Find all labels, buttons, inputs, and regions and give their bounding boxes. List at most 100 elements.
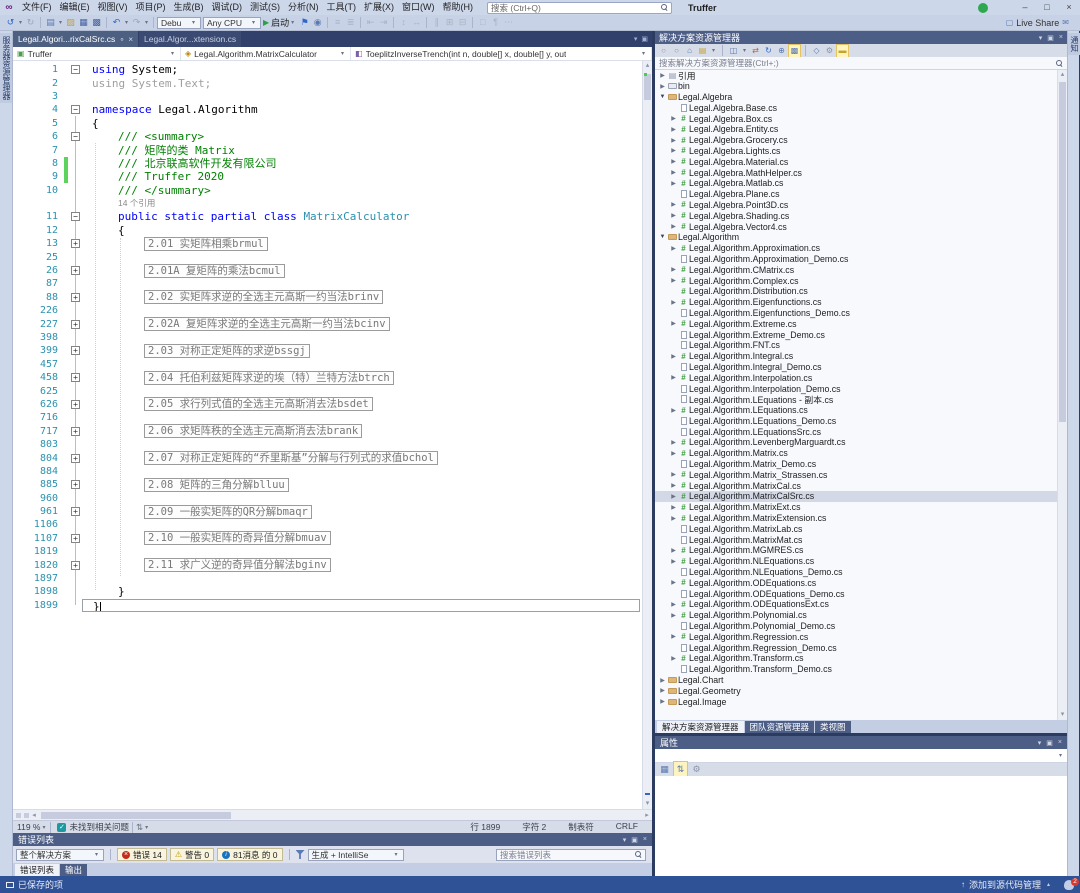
collapse-region-icon[interactable]: − [71, 65, 80, 74]
expander-collapsed-icon[interactable]: ▶ [669, 374, 678, 381]
collapsed-region[interactable]: 2.09 一般实矩阵的QR分解bmaqr [144, 505, 312, 519]
forward-icon[interactable]: ○ [671, 45, 682, 57]
menu-编辑[interactable]: 编辑(E) [56, 0, 94, 15]
expander-collapsed-icon[interactable]: ▶ [669, 320, 678, 327]
show-all-files-icon[interactable]: ▩ [789, 45, 800, 57]
code-line[interactable]: 1899} [13, 599, 652, 612]
code-line[interactable]: 3 [13, 90, 652, 103]
tree-item[interactable]: Legal.Algorithm.Approximation_Demo.cs [655, 254, 1067, 265]
menu-调试[interactable]: 调试(D) [208, 0, 247, 15]
tree-item[interactable]: ▶#Legal.Algebra.Material.cs [655, 156, 1067, 167]
code-line[interactable]: 885+2.08 矩阵的三角分解blluu [13, 478, 652, 491]
code-line[interactable]: 11−public static partial class MatrixCal… [13, 210, 652, 223]
tree-item[interactable]: ▶#Legal.Algorithm.Extreme.cs [655, 318, 1067, 329]
menu-文件[interactable]: 文件(F) [18, 0, 56, 15]
move-down-icon[interactable]: ↔ [410, 15, 423, 30]
code-line[interactable]: 960 [13, 492, 652, 505]
expander-collapsed-icon[interactable]: ▶ [669, 450, 678, 457]
expand-region-icon[interactable]: + [71, 507, 80, 516]
expand-region-icon[interactable]: + [71, 346, 80, 355]
expand-region-icon[interactable]: + [71, 373, 80, 382]
code-view-icon[interactable]: ◇ [811, 45, 822, 57]
tree-item[interactable]: Legal.Algorithm.ODEquations_Demo.cs [655, 588, 1067, 599]
window-position-icon[interactable]: ▾ [1039, 34, 1043, 42]
tree-item[interactable]: ▶#Legal.Algorithm.ODEquations.cs [655, 577, 1067, 588]
type-dropdown[interactable]: ◈ Legal.Algorithm.MatrixCalculator ▾ [181, 47, 351, 60]
code-line[interactable]: 2using System.Text; [13, 76, 652, 89]
line-indicator[interactable]: 行 1899 [470, 821, 500, 833]
navigate-backward-icon-dropdown[interactable]: ▾ [17, 19, 24, 26]
add-to-source-control-button[interactable]: 添加到源代码管理 [969, 878, 1041, 891]
expander-collapsed-icon[interactable]: ▶ [669, 633, 678, 640]
tree-item[interactable]: ▶Legal.Geometry [655, 685, 1067, 696]
tree-item[interactable]: Legal.Algorithm.Polynomial_Demo.cs [655, 621, 1067, 632]
tree-item[interactable]: ▶bin [655, 81, 1067, 92]
expander-collapsed-icon[interactable]: ▶ [669, 579, 678, 586]
code-line[interactable]: 1820+2.11 求广义逆的奇异值分解法bginv [13, 558, 652, 571]
tree-item[interactable]: ▶#Legal.Algorithm.MatrixExtension.cs [655, 513, 1067, 524]
codelens-row[interactable]: 14 个引用 [13, 197, 652, 210]
tree-item[interactable]: Legal.Algorithm.Matrix_Demo.cs [655, 459, 1067, 470]
expand-region-icon[interactable]: + [71, 266, 80, 275]
tree-item[interactable]: ▶#Legal.Algorithm.MGMRES.cs [655, 545, 1067, 556]
expand-region-icon[interactable]: + [71, 239, 80, 248]
navigate-backward-icon[interactable]: ↺ [4, 15, 17, 30]
tree-item[interactable]: ▶#Legal.Algorithm.Interpolation.cs [655, 372, 1067, 383]
expander-collapsed-icon[interactable]: ▶ [669, 201, 678, 208]
window-position-icon[interactable]: ▾ [1038, 739, 1042, 747]
tree-item[interactable]: ▶#Legal.Algorithm.MatrixExt.cs [655, 502, 1067, 513]
splitter-grip[interactable] [16, 813, 21, 818]
scrollbar-thumb[interactable] [644, 74, 651, 100]
pin-icon[interactable]: ▣ [631, 836, 638, 844]
collapsed-region[interactable]: 2.02A 复矩阵求逆的全选主元高斯一约当法bcinv [144, 317, 390, 331]
tree-item[interactable]: Legal.Algorithm.FNT.cs [655, 340, 1067, 351]
pending-filter-icon[interactable]: ◫ [728, 45, 739, 57]
collapsed-region[interactable]: 2.07 对称正定矩阵的“乔里斯基”分解与行列式的求值bchol [144, 451, 438, 465]
scroll-down-icon[interactable]: ▾ [1058, 710, 1067, 720]
properties-object-dropdown[interactable]: ▾ [655, 749, 1067, 763]
collapsed-region[interactable]: 2.01 实矩阵相乘brmul [144, 237, 268, 251]
solution-explorer-title-bar[interactable]: 解决方案资源管理器 ▾ ▣ × [655, 31, 1067, 44]
tree-item[interactable]: ▶#Legal.Algorithm.LEquations.cs [655, 405, 1067, 416]
hscrollbar-thumb[interactable] [41, 812, 231, 819]
next-bookmark-icon[interactable]: ⊟ [456, 15, 469, 30]
open-file-icon[interactable]: ▨ [64, 15, 77, 30]
properties-grid[interactable] [655, 776, 1067, 876]
pending-filter-icon-dropdown[interactable]: ▾ [741, 47, 748, 54]
code-line[interactable]: 398 [13, 331, 652, 344]
code-line[interactable]: 716 [13, 411, 652, 424]
alphabetical-icon[interactable]: ⇅ [674, 762, 687, 777]
column-indicator[interactable]: 字符 2 [522, 821, 546, 833]
collapsed-region[interactable]: 2.11 求广义逆的奇异值分解法bginv [144, 558, 331, 572]
tree-item[interactable]: Legal.Algorithm.MatrixLab.cs [655, 523, 1067, 534]
code-line[interactable]: 226 [13, 304, 652, 317]
code-line[interactable]: 1107+2.10 一般实矩阵的奇异值分解bmuav [13, 532, 652, 545]
tree-item[interactable]: Legal.Algorithm.Extreme_Demo.cs [655, 329, 1067, 340]
expand-region-icon[interactable]: + [71, 320, 80, 329]
code-line[interactable]: 9/// Truffer 2020 [13, 170, 652, 183]
move-up-icon[interactable]: ↕ [397, 15, 410, 30]
tree-item[interactable]: ▶#Legal.Algebra.Point3D.cs [655, 200, 1067, 211]
expander-collapsed-icon[interactable]: ▶ [669, 655, 678, 662]
code-line[interactable]: 87 [13, 277, 652, 290]
expander-collapsed-icon[interactable]: ▶ [669, 212, 678, 219]
eol-indicator[interactable]: CRLF [616, 821, 638, 833]
tree-item[interactable]: Legal.Algorithm.MatrixMat.cs [655, 534, 1067, 545]
save-icon[interactable]: ▦ [77, 15, 90, 30]
code-line[interactable]: 458+2.04 托伯利兹矩阵求逆的埃（特）兰特方法btrch [13, 371, 652, 384]
expander-collapsed-icon[interactable]: ▶ [669, 277, 678, 284]
code-line[interactable]: 5{ [13, 117, 652, 130]
undo-icon-dropdown[interactable]: ▾ [123, 19, 130, 26]
menu-扩展[interactable]: 扩展(X) [360, 0, 398, 15]
menu-窗口[interactable]: 窗口(W) [398, 0, 439, 15]
window-position-icon[interactable]: ▾ [623, 836, 627, 844]
code-line[interactable]: 804+2.07 对称正定矩阵的“乔里斯基”分解与行列式的求值bchol [13, 451, 652, 464]
tree-item[interactable]: ▶#Legal.Algebra.Grocery.cs [655, 135, 1067, 146]
expand-region-icon[interactable]: + [71, 454, 80, 463]
switch-views-icon[interactable]: ▤ [697, 45, 708, 57]
account-name[interactable]: Truffer [688, 3, 717, 13]
close-icon[interactable]: × [643, 836, 647, 844]
scroll-up-icon[interactable]: ▴ [1058, 70, 1067, 80]
new-file-icon-dropdown[interactable]: ▾ [57, 19, 64, 26]
code-line[interactable]: 1−using System; [13, 63, 652, 76]
